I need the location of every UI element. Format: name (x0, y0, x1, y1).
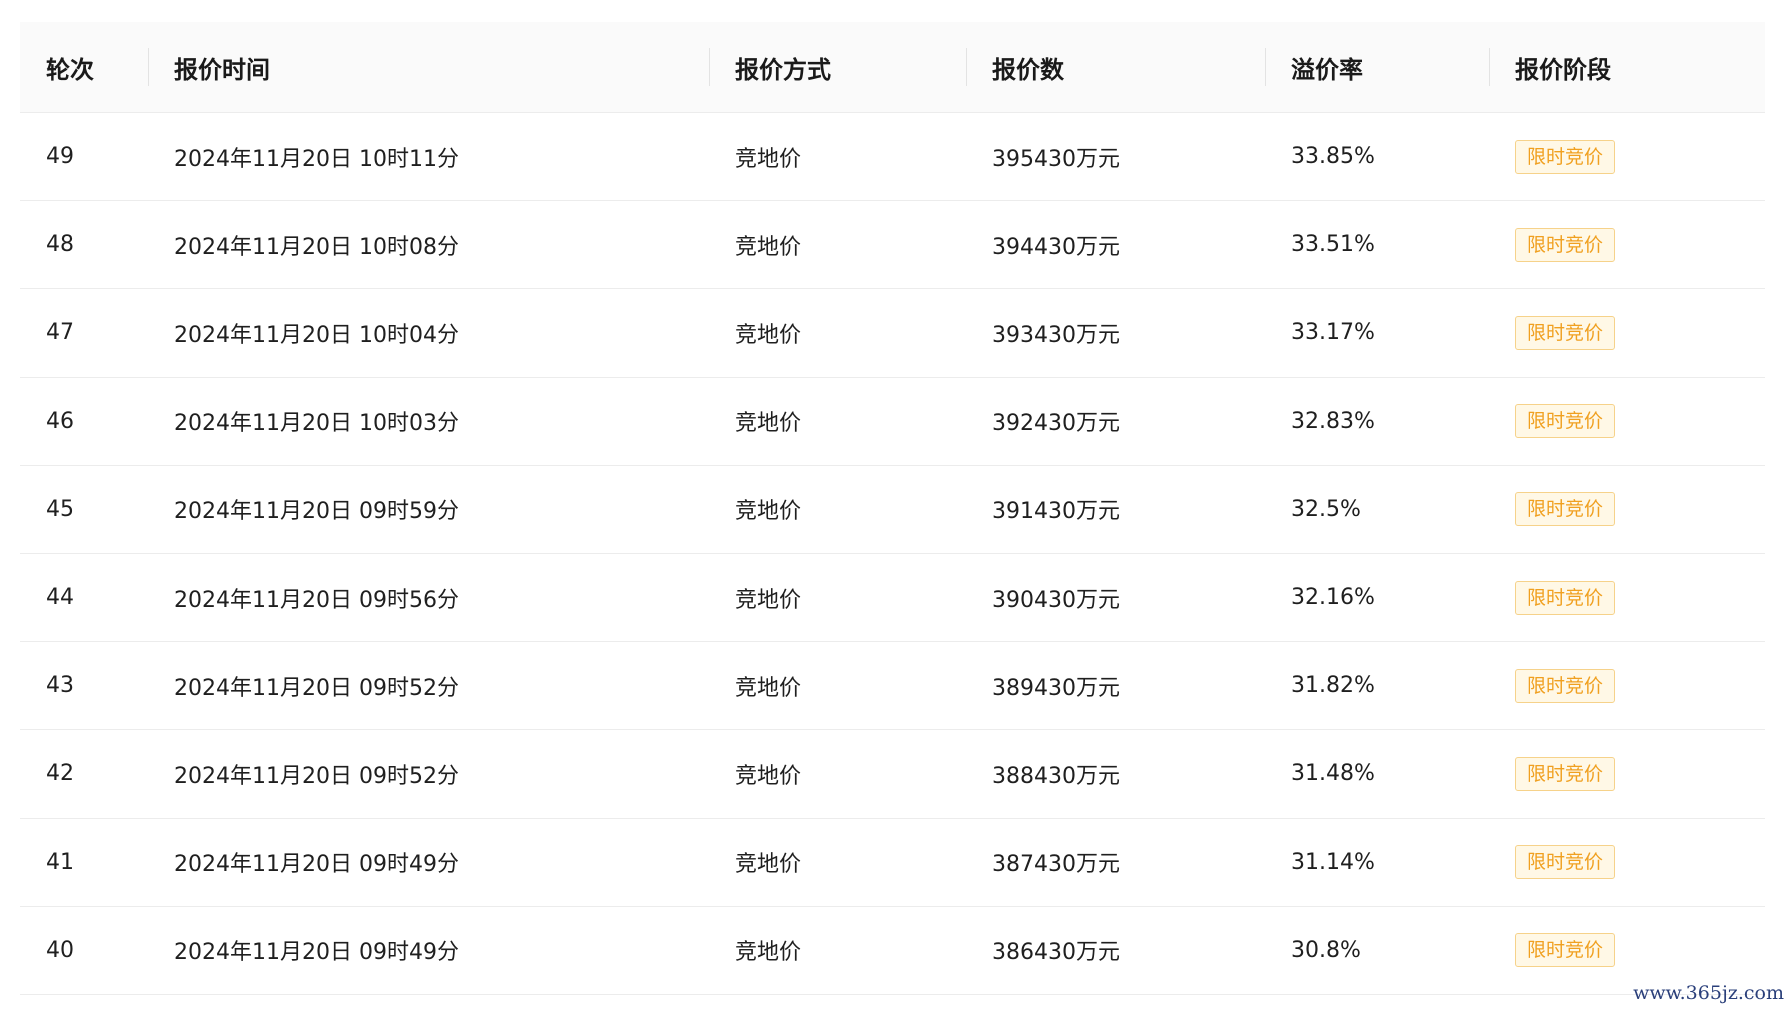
mode-cell: 竞地价 (735, 146, 802, 172)
table-row: 43 2024年11月20日 09时52分 竞地价 389430万元 31.82% 限时竞… (20, 642, 1765, 731)
time-cell: 2024年11月20日 09时56分 (174, 587, 459, 613)
count-cell: 391430万元 (992, 499, 1120, 525)
count-cell: 390430万元 (992, 587, 1120, 613)
round-cell: 44 (46, 585, 74, 611)
round-cell: 45 (46, 496, 74, 522)
round-cell: 48 (46, 232, 74, 258)
table-row: 46 2024年11月20日 10时03分 竞地价 392430万元 32.83% 限时竞… (20, 378, 1765, 466)
table-row: 48 2024年11月20日 10时08分 竞地价 394430万元 33.51% 限时竞… (20, 201, 1765, 290)
round-cell: 43 (46, 673, 74, 699)
table-row: 41 2024年11月20日 09时49分 竞地价 387430万元 31.14% 限时竞… (20, 819, 1765, 907)
time-cell: 2024年11月20日 09时49分 (174, 940, 459, 966)
header-count[interactable]: 报价数 (966, 22, 1265, 112)
round-cell: 47 (46, 320, 74, 346)
stage-cell: 限时竞价 (1489, 730, 1765, 817)
stage-badge: 限时竞价 (1515, 404, 1616, 439)
bid-record-table: 轮次 报价时间 报价方式 报价数 溢价率 报价阶段 49 2024年11月20日 … (20, 22, 1765, 995)
mode-cell: 竞地价 (735, 499, 802, 525)
rate-cell: 31.82% (1291, 673, 1375, 699)
table-row: 44 2024年11月20日 09时56分 竞地价 390430万元 32.16% 限时竞… (20, 554, 1765, 643)
mode-cell: 竞地价 (735, 852, 802, 878)
round-cell: 40 (46, 937, 74, 963)
header-time[interactable]: 报价时间 (148, 22, 709, 112)
header-rate[interactable]: 溢价率 (1265, 22, 1489, 112)
mode-cell: 竞地价 (735, 675, 802, 701)
header-round[interactable]: 轮次 (20, 22, 148, 112)
header-mode[interactable]: 报价方式 (709, 22, 966, 112)
watermark: www.365jz.com (1633, 982, 1784, 1004)
stage-cell: 限时竞价 (1489, 554, 1765, 641)
time-cell: 2024年11月20日 10时08分 (174, 234, 459, 260)
stage-badge: 限时竞价 (1515, 845, 1616, 880)
rate-cell: 32.83% (1291, 408, 1375, 434)
time-cell: 2024年11月20日 10时11分 (174, 146, 459, 172)
time-cell: 2024年11月20日 09时49分 (174, 852, 459, 878)
count-cell: 387430万元 (992, 852, 1120, 878)
count-cell: 389430万元 (992, 675, 1120, 701)
count-cell: 386430万元 (992, 940, 1120, 966)
mode-cell: 竞地价 (735, 234, 802, 260)
stage-badge: 限时竞价 (1515, 139, 1616, 174)
rate-cell: 31.48% (1291, 761, 1375, 787)
rate-cell: 30.8% (1291, 937, 1361, 963)
rate-cell: 32.5% (1291, 496, 1361, 522)
mode-cell: 竞地价 (735, 322, 802, 348)
stage-badge: 限时竞价 (1515, 580, 1616, 615)
stage-cell: 限时竞价 (1489, 201, 1765, 288)
stage-badge: 限时竞价 (1515, 315, 1616, 350)
count-cell: 388430万元 (992, 763, 1120, 789)
mode-cell: 竞地价 (735, 587, 802, 613)
table-body: 49 2024年11月20日 10时11分 竞地价 395430万元 33.85% 限时竞… (20, 113, 1765, 995)
rate-cell: 33.17% (1291, 320, 1375, 346)
mode-cell: 竞地价 (735, 411, 802, 437)
stage-cell: 限时竞价 (1489, 378, 1765, 465)
header-stage[interactable]: 报价阶段 (1489, 22, 1765, 112)
mode-cell: 竞地价 (735, 763, 802, 789)
stage-cell: 限时竞价 (1489, 289, 1765, 376)
round-cell: 49 (46, 144, 74, 170)
stage-badge: 限时竞价 (1515, 227, 1616, 262)
stage-cell: 限时竞价 (1489, 819, 1765, 906)
stage-badge: 限时竞价 (1515, 933, 1616, 968)
count-cell: 394430万元 (992, 234, 1120, 260)
rate-cell: 33.85% (1291, 144, 1375, 170)
time-cell: 2024年11月20日 09时59分 (174, 499, 459, 525)
table-row: 45 2024年11月20日 09时59分 竞地价 391430万元 32.5% 限时竞价 (20, 466, 1765, 554)
stage-badge: 限时竞价 (1515, 668, 1616, 703)
table-row: 47 2024年11月20日 10时04分 竞地价 393430万元 33.17% 限时竞… (20, 289, 1765, 378)
time-cell: 2024年11月20日 09时52分 (174, 763, 459, 789)
stage-cell: 限时竞价 (1489, 907, 1765, 994)
stage-cell: 限时竞价 (1489, 113, 1765, 200)
time-cell: 2024年11月20日 09时52分 (174, 675, 459, 701)
count-cell: 395430万元 (992, 146, 1120, 172)
table-row: 49 2024年11月20日 10时11分 竞地价 395430万元 33.85% 限时竞… (20, 113, 1765, 202)
rate-cell: 32.16% (1291, 585, 1375, 611)
stage-badge: 限时竞价 (1515, 492, 1616, 527)
stage-cell: 限时竞价 (1489, 466, 1765, 553)
stage-cell: 限时竞价 (1489, 642, 1765, 729)
table-header: 轮次 报价时间 报价方式 报价数 溢价率 报价阶段 (20, 22, 1765, 113)
round-cell: 41 (46, 849, 74, 875)
round-cell: 46 (46, 408, 74, 434)
table-row: 42 2024年11月20日 09时52分 竞地价 388430万元 31.48% 限时竞… (20, 730, 1765, 819)
rate-cell: 31.14% (1291, 849, 1375, 875)
stage-badge: 限时竞价 (1515, 756, 1616, 791)
round-cell: 42 (46, 761, 74, 787)
count-cell: 392430万元 (992, 411, 1120, 437)
mode-cell: 竞地价 (735, 940, 802, 966)
table-row: 40 2024年11月20日 09时49分 竞地价 386430万元 30.8% 限时竞价 (20, 907, 1765, 995)
time-cell: 2024年11月20日 10时03分 (174, 411, 459, 437)
count-cell: 393430万元 (992, 322, 1120, 348)
rate-cell: 33.51% (1291, 232, 1375, 258)
time-cell: 2024年11月20日 10时04分 (174, 322, 459, 348)
